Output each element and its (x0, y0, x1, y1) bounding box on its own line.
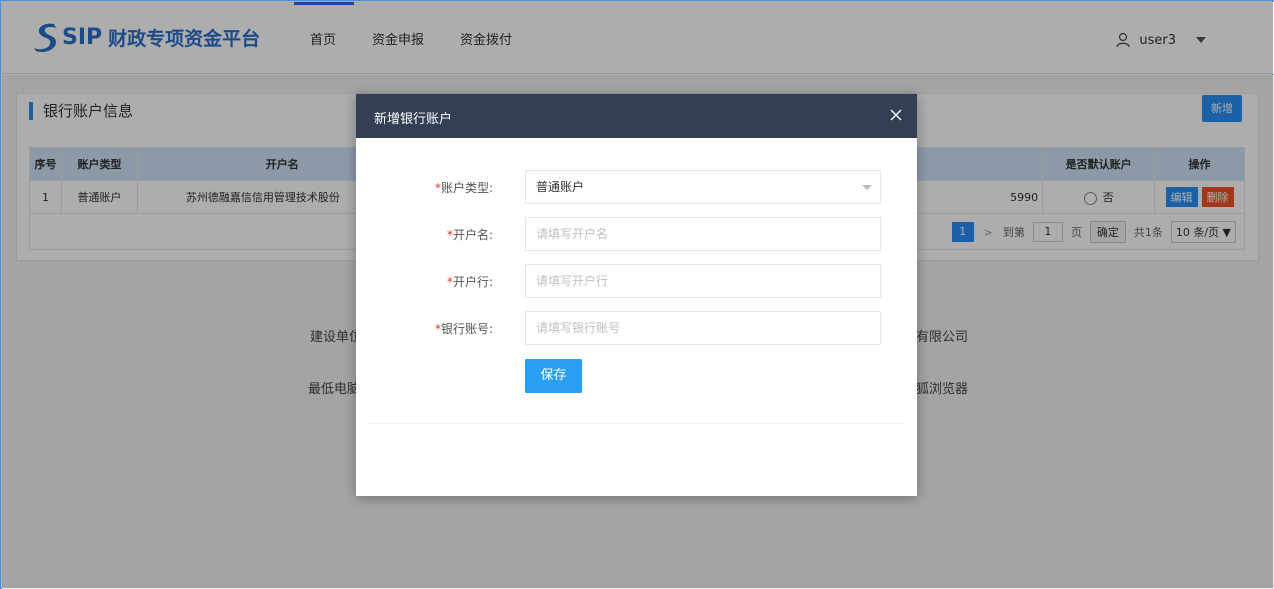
bank-label: *开户行: (447, 273, 493, 290)
dialog-form: *账户类型: 普通账户 *开户名: 请填写开户名 *开户行: 请填写开户行 *银… (369, 152, 905, 424)
form-row-account-name: *开户名: 请填写开户名 (369, 217, 905, 251)
chevron-down-icon (862, 185, 872, 190)
save-button[interactable]: 保存 (525, 359, 582, 393)
account-type-label-text: 账户类型: (440, 181, 493, 195)
bank-label-text: 开户行: (452, 275, 493, 289)
dialog-title: 新增银行账户 (374, 112, 453, 127)
account-number-input[interactable]: 请填写银行账号 (525, 311, 881, 345)
account-type-label: *账户类型: (435, 179, 493, 196)
account-number-label-text: 银行账号: (440, 322, 493, 336)
account-type-select[interactable]: 普通账户 (525, 170, 881, 204)
account-type-value: 普通账户 (536, 180, 585, 194)
account-name-label: *开户名: (447, 226, 493, 243)
account-name-label-text: 开户名: (452, 228, 493, 242)
add-bank-account-dialog: 新增银行账户 *账户类型: 普通账户 *开户名: 请填写开户名 *开户行: 请填… (356, 94, 917, 496)
form-row-account-number: *银行账号: 请填写银行账号 (369, 311, 905, 345)
dialog-header: 新增银行账户 (356, 94, 917, 138)
account-number-label: *银行账号: (435, 320, 493, 337)
bank-input[interactable]: 请填写开户行 (525, 264, 881, 298)
account-name-input[interactable]: 请填写开户名 (525, 217, 881, 251)
close-icon[interactable] (889, 108, 903, 122)
form-row-account-type: *账户类型: 普通账户 (369, 170, 905, 204)
form-row-bank: *开户行: 请填写开户行 (369, 264, 905, 298)
